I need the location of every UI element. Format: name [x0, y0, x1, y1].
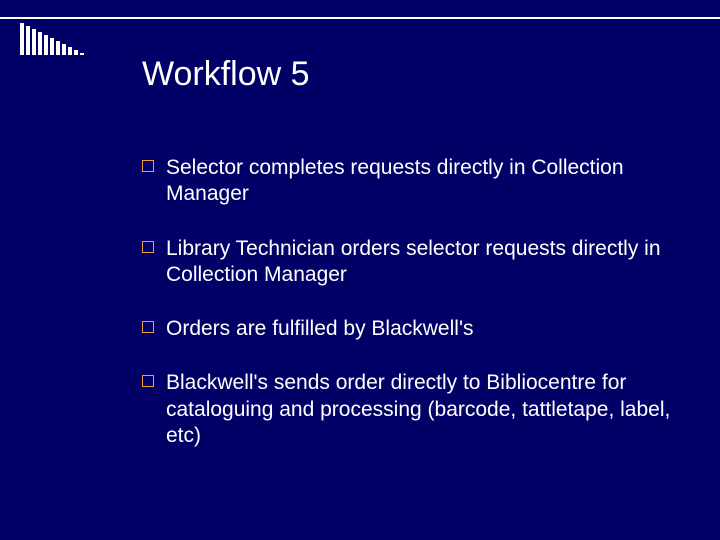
checkbox-icon: [142, 375, 154, 387]
bullet-text: Selector completes requests directly in …: [166, 155, 682, 208]
bullet-item: Orders are fulfilled by Blackwell's: [142, 316, 682, 342]
checkbox-icon: [142, 321, 154, 333]
bullet-item: Selector completes requests directly in …: [142, 155, 682, 208]
bullet-text: Orders are fulfilled by Blackwell's: [166, 316, 473, 342]
checkbox-icon: [142, 241, 154, 253]
bullet-item: Blackwell's sends order directly to Bibl…: [142, 370, 682, 449]
header-rule: [0, 17, 720, 19]
slide-content: Selector completes requests directly in …: [142, 155, 682, 477]
checkbox-icon: [142, 160, 154, 172]
bullet-text: Library Technician orders selector reque…: [166, 236, 682, 289]
bullet-text: Blackwell's sends order directly to Bibl…: [166, 370, 682, 449]
slide-title: Workflow 5: [142, 55, 310, 94]
decorative-bars-icon: [20, 23, 84, 55]
bullet-item: Library Technician orders selector reque…: [142, 236, 682, 289]
